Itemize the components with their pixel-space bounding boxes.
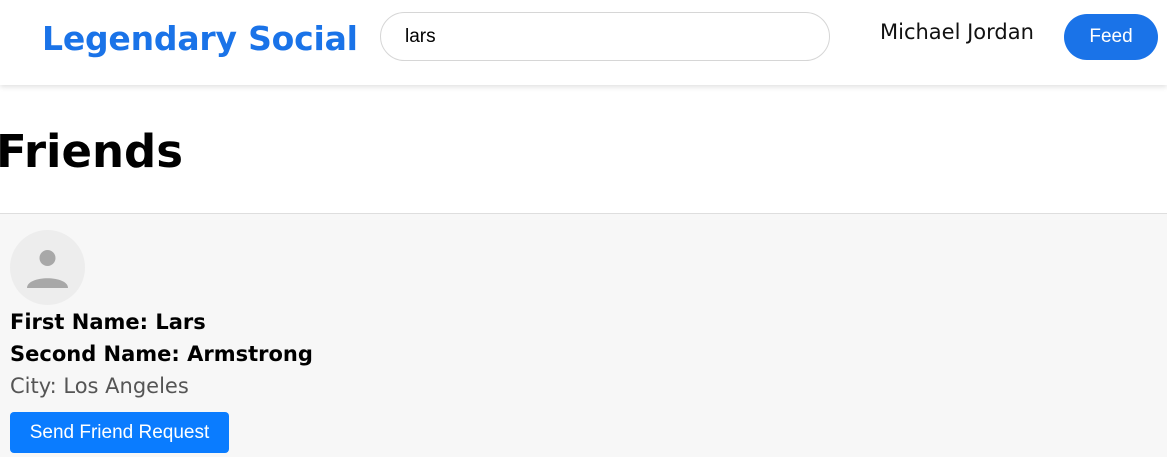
app-logo[interactable]: Legendary Social	[42, 19, 358, 59]
first-name: First Name: Lars	[10, 310, 206, 334]
friend-result-card: First Name: Lars Second Name: Armstrong …	[0, 213, 1167, 457]
second-name: Second Name: Armstrong	[10, 342, 313, 366]
person-icon	[27, 250, 68, 288]
city: City: Los Angeles	[10, 374, 189, 398]
send-friend-request-button[interactable]: Send Friend Request	[10, 412, 229, 453]
avatar	[10, 230, 85, 305]
top-header: Legendary Social Michael Jordan Feed	[0, 0, 1167, 85]
current-user-name[interactable]: Michael Jordan	[880, 18, 1034, 46]
search-input[interactable]	[380, 12, 830, 61]
feed-button[interactable]: Feed	[1064, 14, 1158, 60]
page-title: Friends	[0, 125, 184, 178]
